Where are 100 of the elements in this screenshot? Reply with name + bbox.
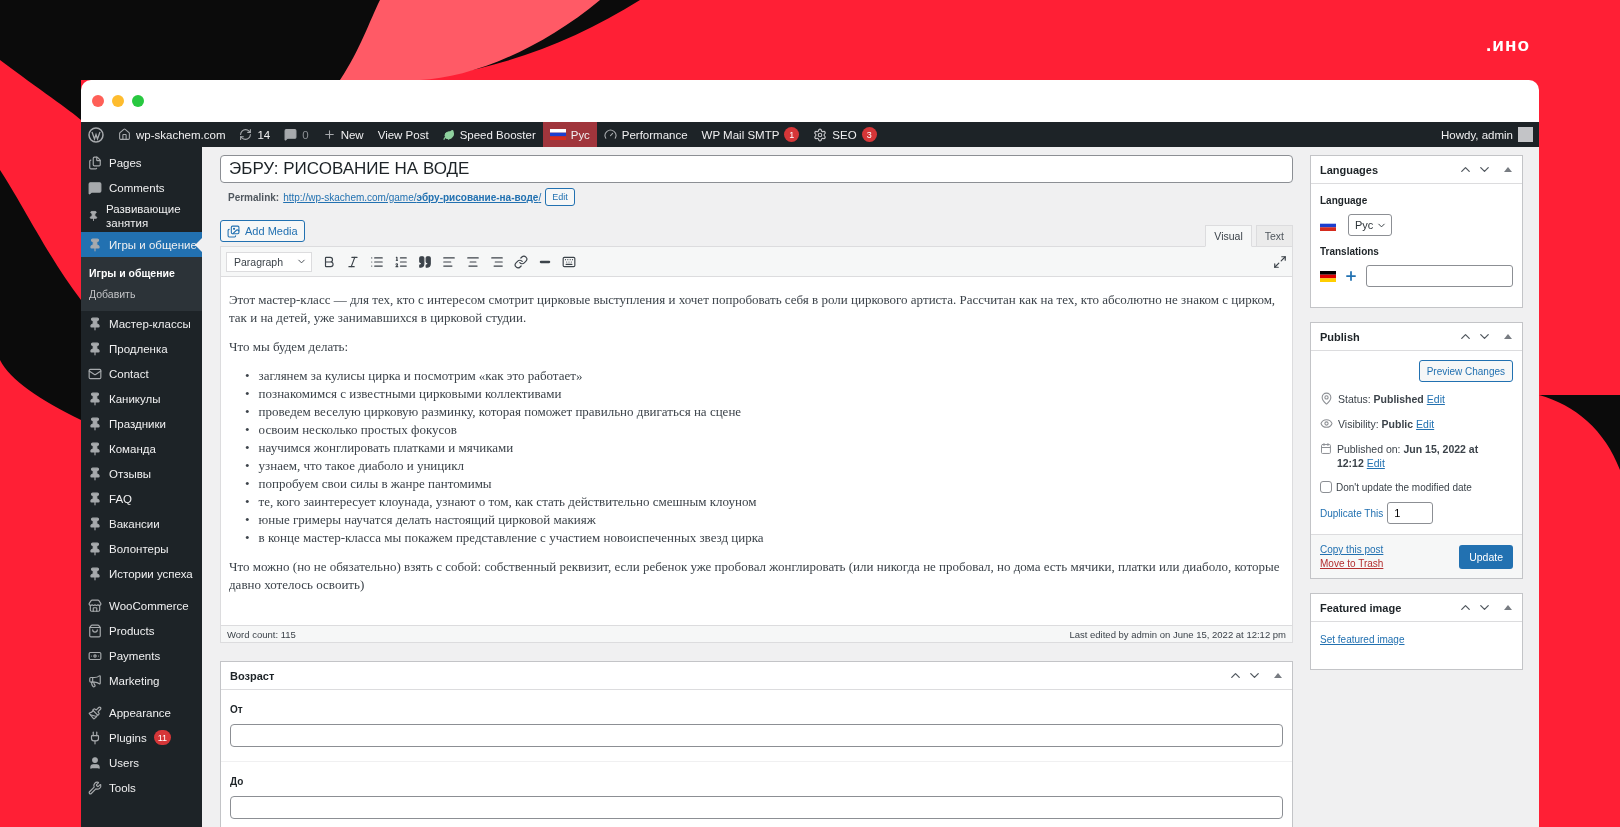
title-field[interactable]: ЭБРУ: РИСОВАНИЕ НА ВОДЕ [220, 155, 1293, 183]
wrench-icon [88, 780, 102, 795]
admin-bar-link[interactable]: 14 [257, 128, 271, 141]
box-title: Featured image [1320, 601, 1402, 614]
sidebar-item[interactable]: Users [81, 750, 202, 775]
account-link[interactable]: Howdy, admin [1441, 128, 1513, 141]
pin-icon [88, 341, 102, 356]
link-icon [514, 254, 528, 269]
language-select[interactable]: Рус [1348, 214, 1393, 236]
sidebar-item[interactable]: Contact [81, 361, 202, 386]
sidebar-item[interactable]: Волонтеры [81, 536, 202, 561]
calendar-icon [1320, 442, 1332, 455]
pin-icon [88, 566, 102, 581]
add-media-button[interactable]: Add Media [220, 220, 305, 242]
leaf-icon [442, 128, 455, 141]
box-title: Languages [1320, 163, 1379, 176]
collapse-icon[interactable] [1504, 334, 1512, 339]
duplicate-count-field[interactable]: 1 [1387, 502, 1434, 524]
comment-icon [284, 128, 298, 141]
sidebar-item[interactable]: Праздники [81, 411, 202, 436]
language-menu[interactable]: Рус [542, 122, 597, 147]
sidebar-item[interactable]: Plugins 11 [81, 725, 202, 750]
sidebar-item[interactable]: Tools [81, 775, 202, 800]
admin-bar-link[interactable]: Рус [570, 128, 590, 141]
list-item: освоим несколько простых фокусов [258, 421, 457, 439]
refresh-icon [239, 128, 253, 141]
pin-icon [88, 541, 102, 556]
pin-icon [88, 237, 102, 252]
flag-icon [1320, 270, 1336, 282]
edit-link[interactable]: Edit [1426, 393, 1445, 405]
preview-button[interactable]: Preview Changes [1418, 360, 1513, 382]
edit-link[interactable]: Edit [1366, 457, 1385, 469]
editor-tab[interactable]: Text [1255, 225, 1293, 247]
sidebar-item[interactable]: Pages [81, 150, 202, 175]
sidebar-item[interactable]: FAQ [81, 486, 202, 511]
collapse-icon[interactable] [1504, 605, 1512, 610]
collapse-icon[interactable] [1504, 167, 1512, 172]
list-marker: • [245, 529, 250, 547]
pin-icon [88, 209, 99, 223]
bag-icon [88, 623, 102, 638]
admin-bar-link[interactable]: 0 [302, 128, 309, 141]
submenu-item[interactable]: Добавить [81, 283, 202, 304]
wordpress-logo-icon[interactable] [88, 126, 104, 143]
list-item: научимся жонглировать платками и мячиками [258, 439, 514, 457]
user-icon [88, 755, 102, 770]
list-marker: • [245, 457, 250, 475]
box-title: Publish [1320, 330, 1360, 343]
editor-tab[interactable]: Visual [1205, 225, 1252, 247]
admin-bar-link[interactable]: SEO [832, 128, 857, 141]
sidebar-item[interactable]: WooCommerce [81, 593, 202, 618]
input-field[interactable] [230, 724, 1283, 747]
list-item: попробуем свои силы в жанре пантомимы [258, 475, 492, 493]
sidebar-item[interactable]: Развивающие занятия [81, 200, 202, 232]
list-item: познакомимся с известными цирковыми коллективами [258, 385, 562, 403]
sidebar-item[interactable]: Каникулы [81, 386, 202, 411]
sidebar-item[interactable]: Отзывы [81, 461, 202, 486]
window-control[interactable] [132, 95, 144, 107]
sidebar-item[interactable]: Payments [81, 643, 202, 668]
checkbox[interactable] [1320, 481, 1332, 493]
pin-icon [88, 466, 102, 481]
add-translation-button[interactable] [1344, 269, 1358, 283]
sidebar-item[interactable]: Мастер-классы [81, 311, 202, 336]
admin-bar-link[interactable]: New [340, 128, 364, 141]
translation-field[interactable] [1366, 265, 1513, 287]
featured-image-link[interactable]: Set featured image [1320, 634, 1405, 645]
store-icon [88, 598, 102, 613]
admin-bar-link[interactable]: Speed Booster [459, 128, 536, 141]
collapse-icon[interactable] [1274, 673, 1282, 678]
align-right-icon [490, 254, 504, 269]
duplicate-link[interactable]: Duplicate This [1320, 507, 1384, 519]
input-field[interactable] [230, 796, 1283, 819]
format-select[interactable]: Paragraph [226, 251, 312, 272]
sidebar-item[interactable]: Appearance [81, 700, 202, 725]
submenu-item[interactable]: Игры и общение [81, 262, 202, 283]
permalink-link[interactable]: http://wp-skachem.com/game/эбру-рисование-на-воде/ [283, 191, 542, 203]
sidebar-item[interactable]: Команда [81, 436, 202, 461]
admin-bar-link[interactable]: WP Mail SMTP [701, 128, 780, 141]
sidebar-item[interactable]: Вакансии [81, 511, 202, 536]
trash-link[interactable]: Move to Trash [1320, 558, 1384, 569]
quote-icon [418, 254, 432, 269]
field-label: До [230, 775, 245, 789]
sidebar-item[interactable]: Products [81, 618, 202, 643]
update-button[interactable]: Update [1459, 545, 1513, 569]
admin-bar-link[interactable]: wp-skachem.com [136, 128, 226, 141]
list-item: в конце мастер-класса мы покажем представление с участием новоиспеченных звезд цирка [258, 529, 764, 547]
sidebar-item[interactable]: Comments [81, 175, 202, 200]
admin-bar-link[interactable]: View Post [377, 128, 429, 141]
admin-bar-link[interactable]: Performance [621, 128, 688, 141]
edit-link[interactable]: Edit [1416, 418, 1435, 430]
copy-link[interactable]: Copy this post [1320, 544, 1384, 555]
publish-info: Status: Published Edit [1338, 392, 1445, 406]
italic-icon [346, 254, 360, 269]
sidebar-item[interactable]: Marketing [81, 668, 202, 693]
sidebar-item[interactable]: Истории успеха [81, 561, 202, 586]
sidebar-item[interactable]: Игры и общение [81, 232, 202, 257]
window-control[interactable] [92, 95, 104, 107]
mail-icon [88, 366, 102, 381]
sidebar-item[interactable]: Продленка [81, 336, 202, 361]
media-icon [227, 224, 240, 238]
edit-button[interactable]: Edit [545, 188, 575, 206]
